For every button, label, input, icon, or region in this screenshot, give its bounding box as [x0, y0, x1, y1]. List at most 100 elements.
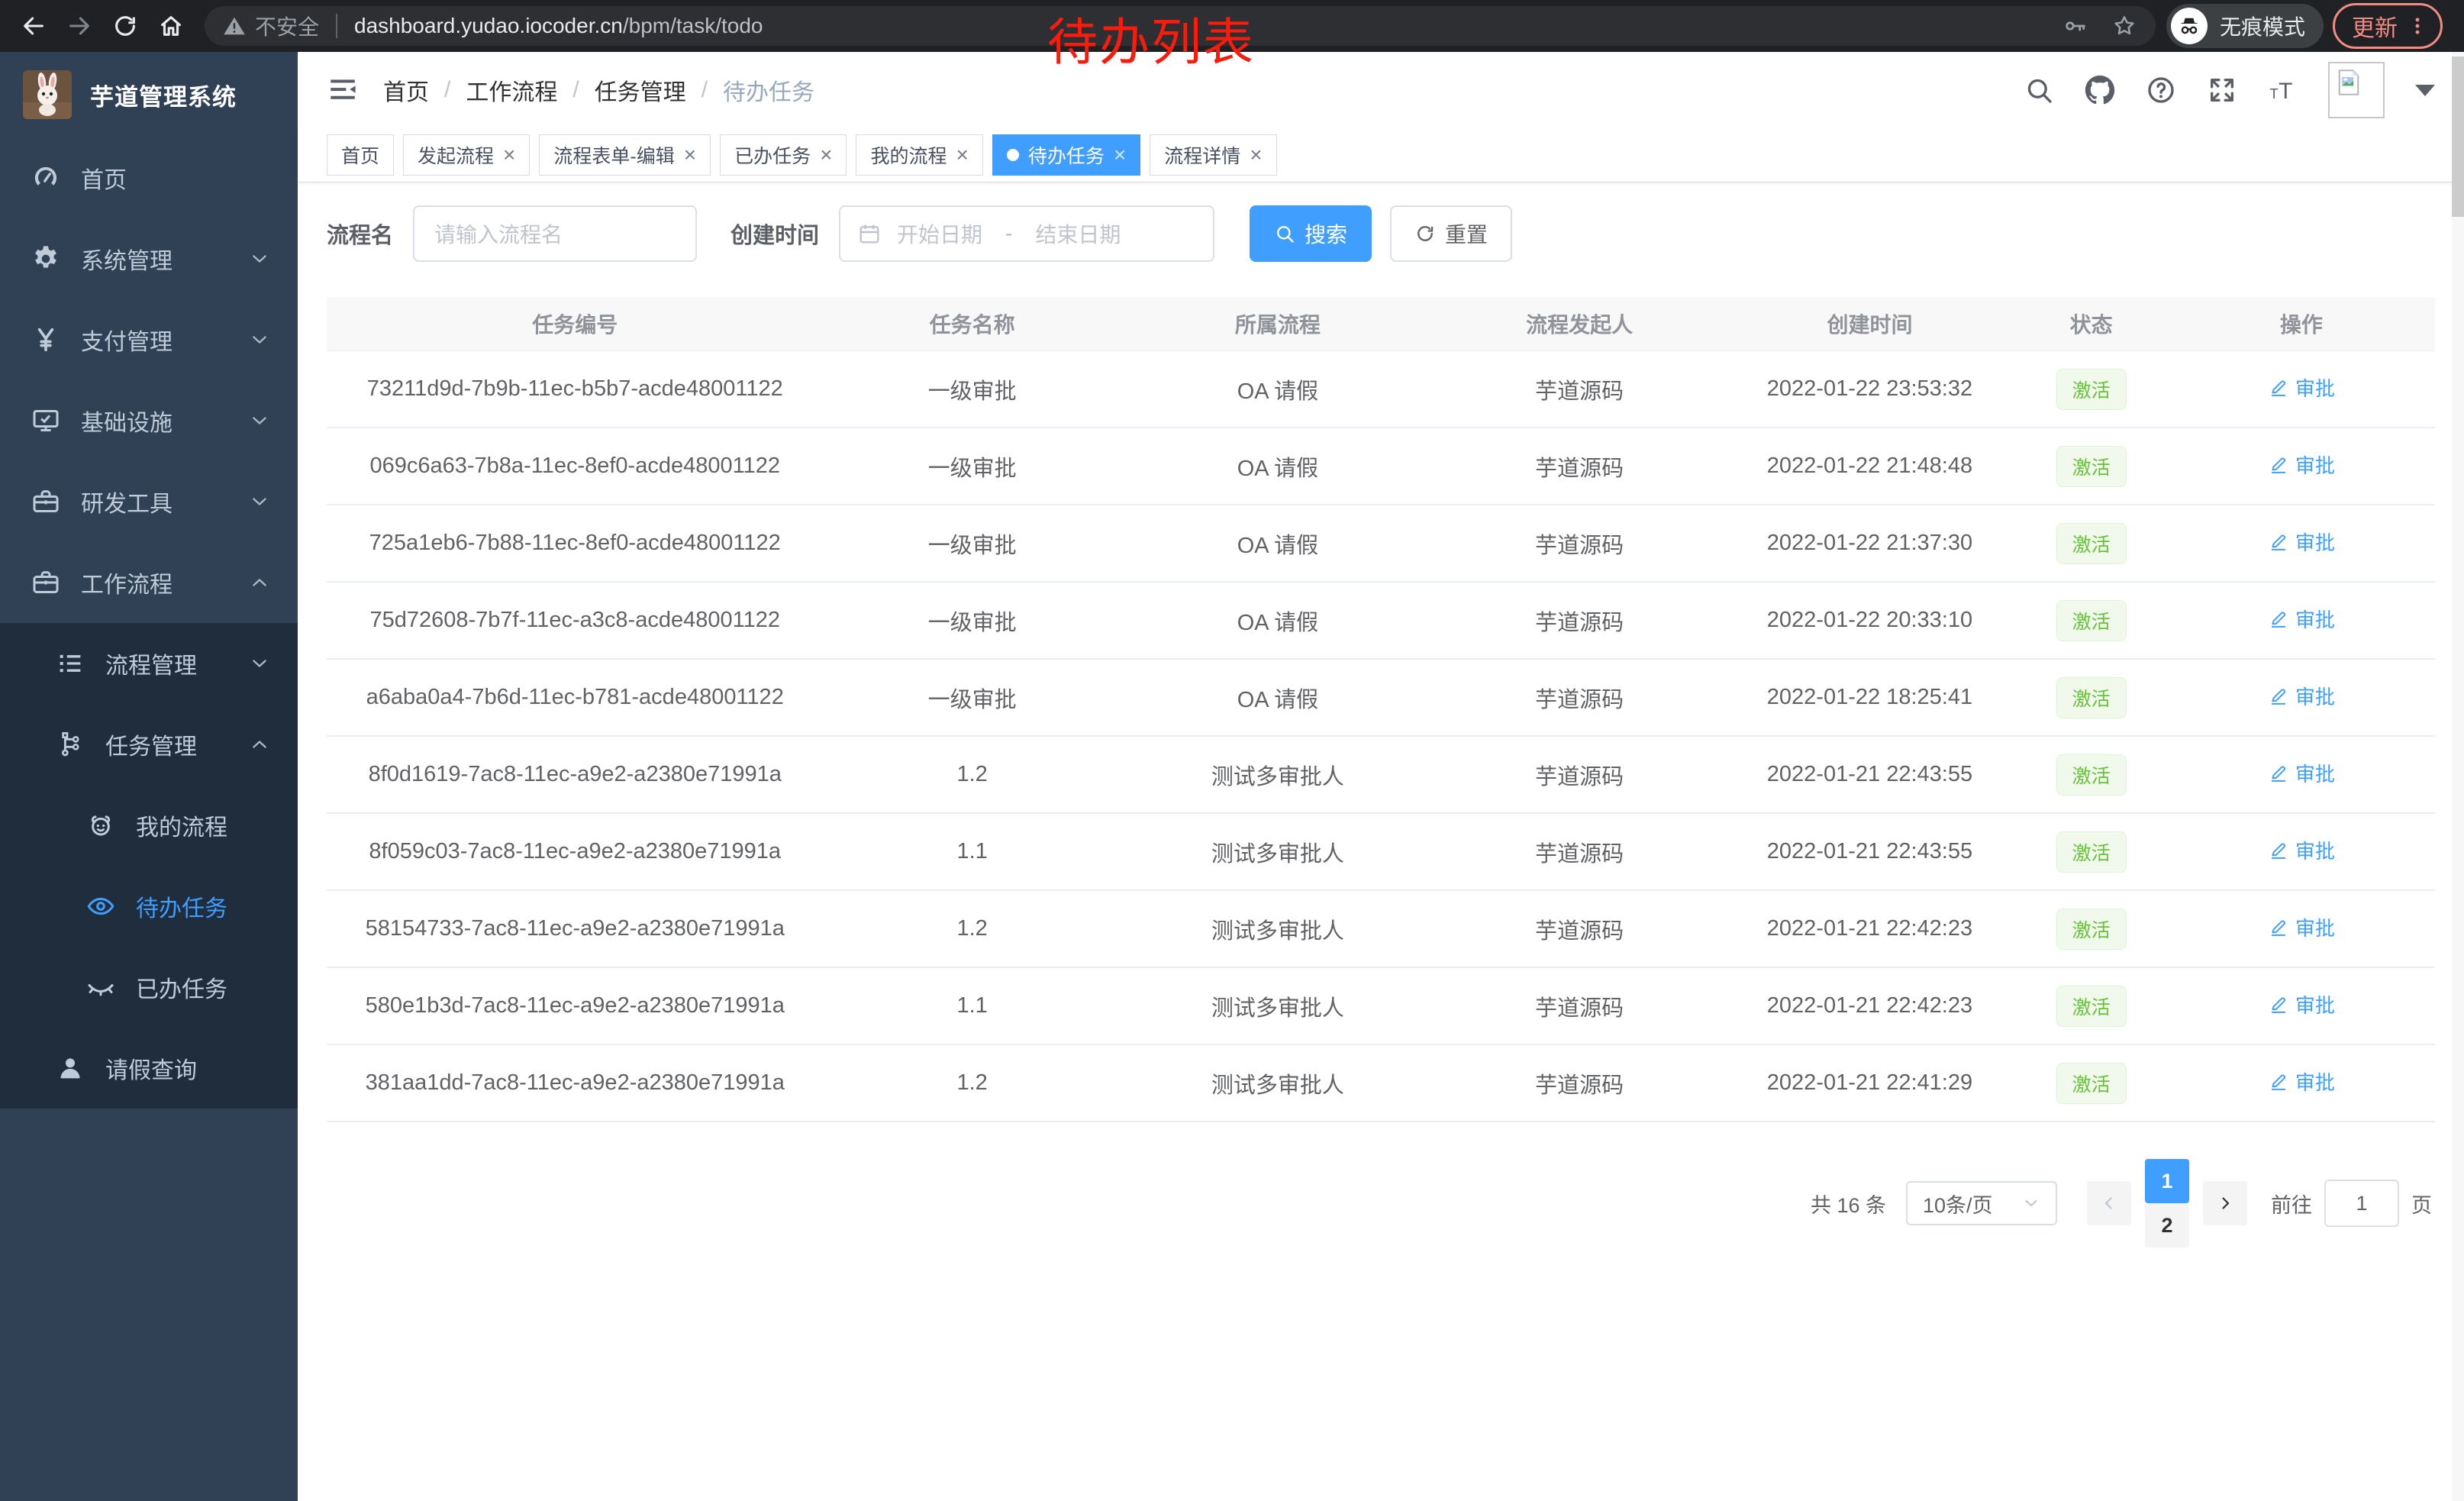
pagination-next-button[interactable]: [2203, 1181, 2247, 1225]
table-row: 8f0d1619-7ac8-11ec-a9e2-a2380e71991a1.2测…: [327, 736, 2435, 813]
browser-update-button[interactable]: 更新: [2333, 3, 2443, 49]
approve-link[interactable]: 审批: [2268, 913, 2335, 941]
page-size-value: 10条/页: [1923, 1189, 1993, 1219]
sidebar-item[interactable]: 流程管理: [0, 623, 298, 704]
sidebar-toggle-icon[interactable]: [327, 73, 360, 107]
app: 芋道管理系统 首页系统管理支付管理基础设施研发工具工作流程流程管理任务管理我的流…: [0, 52, 2464, 1501]
svg-text:T: T: [2270, 86, 2279, 102]
process-cell: 测试多审批人: [1121, 736, 1434, 813]
incognito-icon: [2171, 8, 2208, 44]
created-cell: 2022-01-21 22:41:29: [1724, 1044, 2014, 1122]
process-name-input[interactable]: 请输入流程名: [413, 205, 697, 262]
tab-active[interactable]: 待办任务×: [992, 134, 1140, 176]
tab-item[interactable]: 已办任务 ×: [720, 134, 847, 176]
starter-cell: 芋道源码: [1434, 813, 1724, 890]
sidebar-item[interactable]: 首页: [0, 137, 298, 218]
close-icon[interactable]: ×: [1114, 144, 1126, 166]
approve-link[interactable]: 审批: [2268, 1067, 2335, 1096]
sidebar-item[interactable]: 系统管理: [0, 218, 298, 299]
scrollbar-thumb[interactable]: [2452, 56, 2464, 217]
fullscreen-icon[interactable]: [2206, 74, 2238, 106]
browser-menu-icon[interactable]: [2407, 15, 2428, 37]
column-header: 所属流程: [1121, 297, 1434, 351]
close-icon[interactable]: ×: [956, 144, 968, 166]
user-icon: [55, 1053, 85, 1083]
close-icon[interactable]: ×: [503, 144, 515, 166]
filter-row: 流程名 请输入流程名 创建时间 开始日期 - 结束日期 搜索: [327, 205, 2435, 262]
active-dot: [1007, 149, 1019, 161]
task-name-cell: 一级审批: [823, 351, 1121, 428]
approve-link[interactable]: 审批: [2268, 528, 2335, 556]
sidebar-item[interactable]: 请假查询: [0, 1028, 298, 1109]
reset-button[interactable]: 重置: [1390, 205, 1512, 262]
github-icon[interactable]: [2084, 74, 2116, 106]
avatar-caret-icon[interactable]: [2415, 85, 2435, 96]
task-name-cell: 一级审批: [823, 582, 1121, 659]
forward-icon[interactable]: [61, 8, 98, 44]
tab-item[interactable]: 流程详情×: [1150, 134, 1276, 176]
breadcrumb-item[interactable]: 首页: [383, 73, 429, 107]
page-size-select[interactable]: 10条/页: [1906, 1181, 2057, 1225]
sidebar-item[interactable]: 支付管理: [0, 299, 298, 380]
pen-icon: [2268, 454, 2289, 476]
pagination-page-button[interactable]: 1: [2145, 1159, 2189, 1203]
update-label: 更新: [2352, 9, 2398, 43]
goto-page-input[interactable]: 1: [2324, 1180, 2399, 1227]
pen-icon: [2268, 917, 2289, 938]
font-size-icon[interactable]: TT: [2267, 74, 2299, 106]
date-range-input[interactable]: 开始日期 - 结束日期: [839, 205, 1214, 262]
tab-item[interactable]: 流程表单-编辑×: [539, 134, 711, 176]
close-icon[interactable]: ×: [1250, 144, 1262, 166]
status-badge: 激活: [2056, 446, 2127, 487]
tab-label: 我的流程: [870, 141, 947, 169]
approve-link[interactable]: 审批: [2268, 373, 2335, 402]
warning-icon: [223, 15, 246, 37]
pagination-page-button[interactable]: 2: [2145, 1203, 2189, 1248]
security-warning[interactable]: 不安全: [223, 11, 319, 41]
avatar[interactable]: [2328, 62, 2385, 118]
chevron-down-icon: [249, 248, 270, 270]
approve-link[interactable]: 审批: [2268, 605, 2335, 633]
pagination-prev-button[interactable]: [2087, 1181, 2131, 1225]
back-icon[interactable]: [15, 8, 52, 44]
help-icon[interactable]: [2145, 74, 2177, 106]
reload-icon[interactable]: [107, 8, 144, 44]
search-button[interactable]: 搜索: [1250, 205, 1372, 262]
star-icon[interactable]: [2111, 13, 2137, 39]
page-scrollbar[interactable]: [2452, 52, 2464, 1501]
breadcrumb-item[interactable]: 任务管理: [595, 73, 686, 107]
sidebar-item-label: 研发工具: [81, 485, 173, 518]
home-icon[interactable]: [153, 8, 189, 44]
process-cell: OA 请假: [1121, 428, 1434, 505]
tab-item[interactable]: 首页: [327, 134, 394, 176]
breadcrumb-separator: /: [444, 77, 450, 103]
sidebar-item[interactable]: 我的流程: [0, 785, 298, 866]
sidebar-item[interactable]: 任务管理: [0, 704, 298, 785]
approve-link[interactable]: 审批: [2268, 836, 2335, 864]
sidebar-item[interactable]: 工作流程: [0, 542, 298, 623]
starter-cell: 芋道源码: [1434, 428, 1724, 505]
tab-item[interactable]: 发起流程×: [403, 134, 530, 176]
task-id-cell: 73211d9d-7b9b-11ec-b5b7-acde48001122: [327, 351, 823, 428]
action-cell: 审批: [2168, 813, 2435, 890]
breadcrumb-item[interactable]: 工作流程: [466, 73, 557, 107]
search-icon[interactable]: [2023, 74, 2055, 106]
tab-label: 已办任务: [734, 141, 811, 169]
close-icon[interactable]: ×: [684, 144, 696, 166]
key-icon[interactable]: [2062, 13, 2088, 39]
pen-icon: [2268, 531, 2289, 553]
security-label: 不安全: [255, 11, 319, 41]
approve-link[interactable]: 审批: [2268, 682, 2335, 710]
sidebar-item[interactable]: 研发工具: [0, 461, 298, 542]
tab-item[interactable]: 我的流程 ×: [856, 134, 982, 176]
sidebar-item[interactable]: 待办任务: [0, 866, 298, 947]
chevron-down-icon: [249, 491, 270, 512]
sidebar-item[interactable]: 基础设施: [0, 380, 298, 461]
approve-link[interactable]: 审批: [2268, 990, 2335, 1018]
approve-link[interactable]: 审批: [2268, 450, 2335, 479]
topbar-icons: TT: [2023, 62, 2435, 118]
approve-link[interactable]: 审批: [2268, 759, 2335, 787]
sidebar-item[interactable]: 已办任务: [0, 947, 298, 1028]
close-icon[interactable]: ×: [820, 144, 832, 166]
table-row: 75d72608-7b7f-11ec-a3c8-acde48001122一级审批…: [327, 582, 2435, 659]
